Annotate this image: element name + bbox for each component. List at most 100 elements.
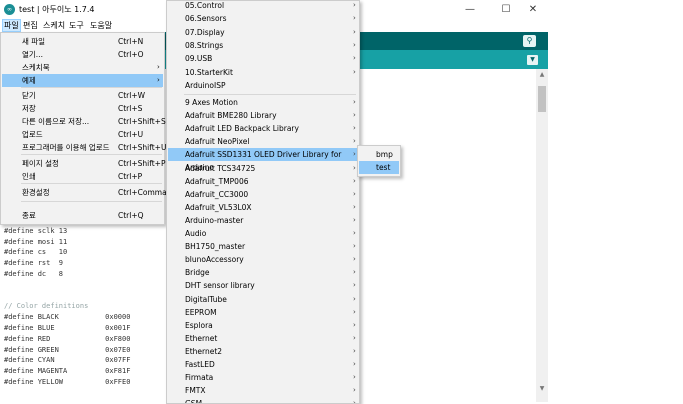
file-menu-item[interactable]: 닫기 Ctrl+W bbox=[2, 89, 163, 102]
menu-item-shortcut: Ctrl+Shift+U bbox=[118, 143, 167, 152]
examples-menu-item[interactable]: Adafruit TCS34725 › bbox=[168, 162, 358, 175]
maximize-button[interactable]: ☐ bbox=[492, 2, 520, 17]
examples-menu-item[interactable]: Firmata › bbox=[168, 371, 358, 384]
menu-tools[interactable]: 도구 bbox=[68, 19, 85, 32]
file-menu-item[interactable]: 환경설정 Ctrl+Comma bbox=[2, 186, 167, 199]
code-line: #define YELLOW 0xFFE0 bbox=[4, 378, 131, 386]
file-menu-item[interactable]: 다른 이름으로 저장... Ctrl+Shift+S bbox=[2, 115, 166, 128]
file-menu-item[interactable]: 프로그래머를 이용해 업로드 Ctrl+Shift+U bbox=[2, 141, 167, 154]
file-menu-item[interactable]: 새 파일 Ctrl+N bbox=[2, 35, 163, 48]
menu-item-label: 종료 bbox=[22, 211, 36, 220]
file-menu-item[interactable]: 업로드 Ctrl+U bbox=[2, 128, 163, 141]
menu-help[interactable]: 도움말 bbox=[89, 19, 113, 32]
examples-menu-item[interactable]: 10.StarterKit › bbox=[168, 66, 358, 79]
minimize-button[interactable]: — bbox=[456, 2, 484, 17]
menu-item-label: 환경설정 bbox=[22, 188, 50, 197]
example-sketch-item[interactable]: bmp bbox=[359, 148, 399, 161]
menu-separator bbox=[21, 183, 162, 184]
menu-item-label: 07.Display bbox=[185, 27, 225, 37]
code-line: #define rst 9 bbox=[4, 259, 64, 268]
menu-separator bbox=[184, 94, 356, 95]
examples-menu-item[interactable]: Adafruit LED Backpack Library › bbox=[168, 122, 358, 135]
scrollbar-thumb[interactable] bbox=[538, 86, 546, 112]
examples-menu-item[interactable]: Adafruit NeoPixel › bbox=[168, 135, 358, 148]
examples-menu-item[interactable]: Adafruit BME280 Library › bbox=[168, 109, 358, 122]
menu-item-label: 05.Control bbox=[185, 1, 225, 10]
examples-menu-item[interactable]: DigitalTube › bbox=[168, 293, 358, 306]
menu-item-label: 업로드 bbox=[22, 130, 43, 139]
file-menu-item[interactable]: 인쇄 Ctrl+P bbox=[2, 170, 163, 183]
file-menu-item[interactable]: 페이지 설정 Ctrl+Shift+P bbox=[2, 157, 165, 170]
code-line: #define sclk 13 bbox=[4, 226, 68, 235]
menu-item-label: DigitalTube bbox=[185, 294, 227, 304]
examples-menu-item[interactable]: ArduinoISP bbox=[168, 79, 358, 92]
scroll-down-icon[interactable]: ▼ bbox=[537, 385, 547, 395]
menu-item-label: Ethernet bbox=[185, 333, 218, 343]
examples-menu-item[interactable]: 9 Axes Motion › bbox=[168, 96, 358, 109]
tab-menu-icon[interactable]: ▼ bbox=[527, 55, 538, 65]
file-menu-item[interactable]: 종료 Ctrl+Q bbox=[2, 209, 163, 222]
examples-menu-item[interactable]: Ethernet2 › bbox=[168, 345, 358, 358]
menu-item-label: blunoAccessory bbox=[185, 255, 244, 265]
code-line: #define BLUE 0x001F bbox=[4, 324, 131, 332]
menu-item-label: Adafruit LED Backpack Library bbox=[185, 124, 299, 134]
menu-item-shortcut: Ctrl+U bbox=[118, 130, 144, 139]
code-comment: // Color definitions bbox=[4, 302, 89, 311]
file-menu-item[interactable]: 스케치북 › bbox=[2, 61, 163, 74]
file-menu-item[interactable]: 예제 › bbox=[2, 74, 163, 87]
examples-menu-item[interactable]: EEPROM › bbox=[168, 306, 358, 319]
menu-item-label: 다른 이름으로 저장... bbox=[22, 117, 90, 126]
examples-menu-item[interactable]: Adafruit SSD1331 OLED Driver Library for… bbox=[168, 148, 358, 172]
submenu-arrow-icon: › bbox=[353, 268, 356, 277]
examples-menu-item[interactable]: BH1750_master › bbox=[168, 240, 358, 253]
code-line: #define mosi 11 bbox=[4, 237, 68, 246]
examples-menu-item[interactable]: 06.Sensors › bbox=[168, 12, 358, 25]
serial-monitor-icon[interactable]: ⚲ bbox=[523, 35, 536, 47]
examples-menu-item[interactable]: Adafruit_TMP006 › bbox=[168, 175, 358, 188]
menu-item-label: 10.StarterKit bbox=[185, 67, 233, 77]
menu-item-label: Esplora bbox=[185, 320, 213, 330]
examples-menu-item[interactable]: 07.Display › bbox=[168, 26, 358, 39]
examples-menu-item[interactable]: FastLED › bbox=[168, 358, 358, 371]
menu-file[interactable]: 파일 bbox=[2, 19, 21, 32]
menu-sketch[interactable]: 스케치 bbox=[42, 19, 66, 32]
submenu-arrow-icon: › bbox=[353, 229, 356, 237]
examples-menu-item[interactable]: 08.Strings › bbox=[168, 39, 358, 52]
examples-menu-item[interactable]: DHT sensor library › bbox=[168, 279, 358, 292]
submenu-arrow-icon: › bbox=[353, 215, 356, 224]
example-sketch-item[interactable]: test bbox=[359, 161, 399, 174]
vertical-scrollbar[interactable] bbox=[536, 69, 548, 402]
examples-menu-item[interactable]: Adafruit_CC3000 › bbox=[168, 188, 358, 201]
examples-menu-item[interactable]: Audio › bbox=[168, 227, 358, 240]
code-line: #define cs 10 bbox=[4, 248, 68, 257]
close-button[interactable]: ✕ bbox=[519, 2, 547, 17]
menu-item-label: 새 파일 bbox=[22, 37, 46, 46]
file-menu-item[interactable]: 열기... Ctrl+O bbox=[2, 48, 163, 61]
examples-menu-item[interactable]: Ethernet › bbox=[168, 332, 358, 345]
menu-item-label: Ethernet2 bbox=[185, 346, 223, 356]
menu-item-shortcut: Ctrl+Shift+S bbox=[118, 117, 166, 126]
examples-menu-item[interactable]: Arduino-master › bbox=[168, 214, 358, 227]
menu-item-shortcut: Ctrl+W bbox=[118, 91, 146, 100]
menu-item-label: test bbox=[376, 163, 391, 172]
examples-menu-item[interactable]: Esplora › bbox=[168, 319, 358, 332]
file-menu-item[interactable]: 저장 Ctrl+S bbox=[2, 102, 163, 115]
menu-edit[interactable]: 편집 bbox=[22, 19, 39, 32]
examples-menu-item[interactable]: Adafruit_VL53L0X › bbox=[168, 201, 358, 214]
examples-menu-item[interactable]: FMTX › bbox=[168, 384, 358, 397]
examples-menu-item[interactable]: 09.USB › bbox=[168, 52, 358, 65]
scroll-up-icon[interactable]: ▲ bbox=[537, 71, 547, 81]
examples-menu-item[interactable]: 05.Control › bbox=[168, 1, 358, 12]
arduino-logo-icon: ∞ bbox=[4, 4, 15, 15]
submenu-arrow-icon: › bbox=[353, 54, 356, 63]
menu-separator bbox=[21, 154, 162, 155]
submenu-arrow-icon: › bbox=[353, 176, 356, 185]
examples-menu-item[interactable]: Bridge › bbox=[168, 266, 358, 279]
code-line: #define RED 0xF800 bbox=[4, 334, 131, 343]
examples-menu-item[interactable]: blunoAccessory › bbox=[168, 253, 358, 266]
examples-menu-item[interactable]: GSM › bbox=[168, 397, 358, 403]
submenu-arrow-icon: › bbox=[353, 98, 356, 106]
code-line: #define GREEN 0x07E0 bbox=[4, 345, 131, 354]
menu-item-label: Adafruit_VL53L0X bbox=[185, 202, 252, 212]
submenu-arrow-icon: › bbox=[353, 242, 356, 251]
